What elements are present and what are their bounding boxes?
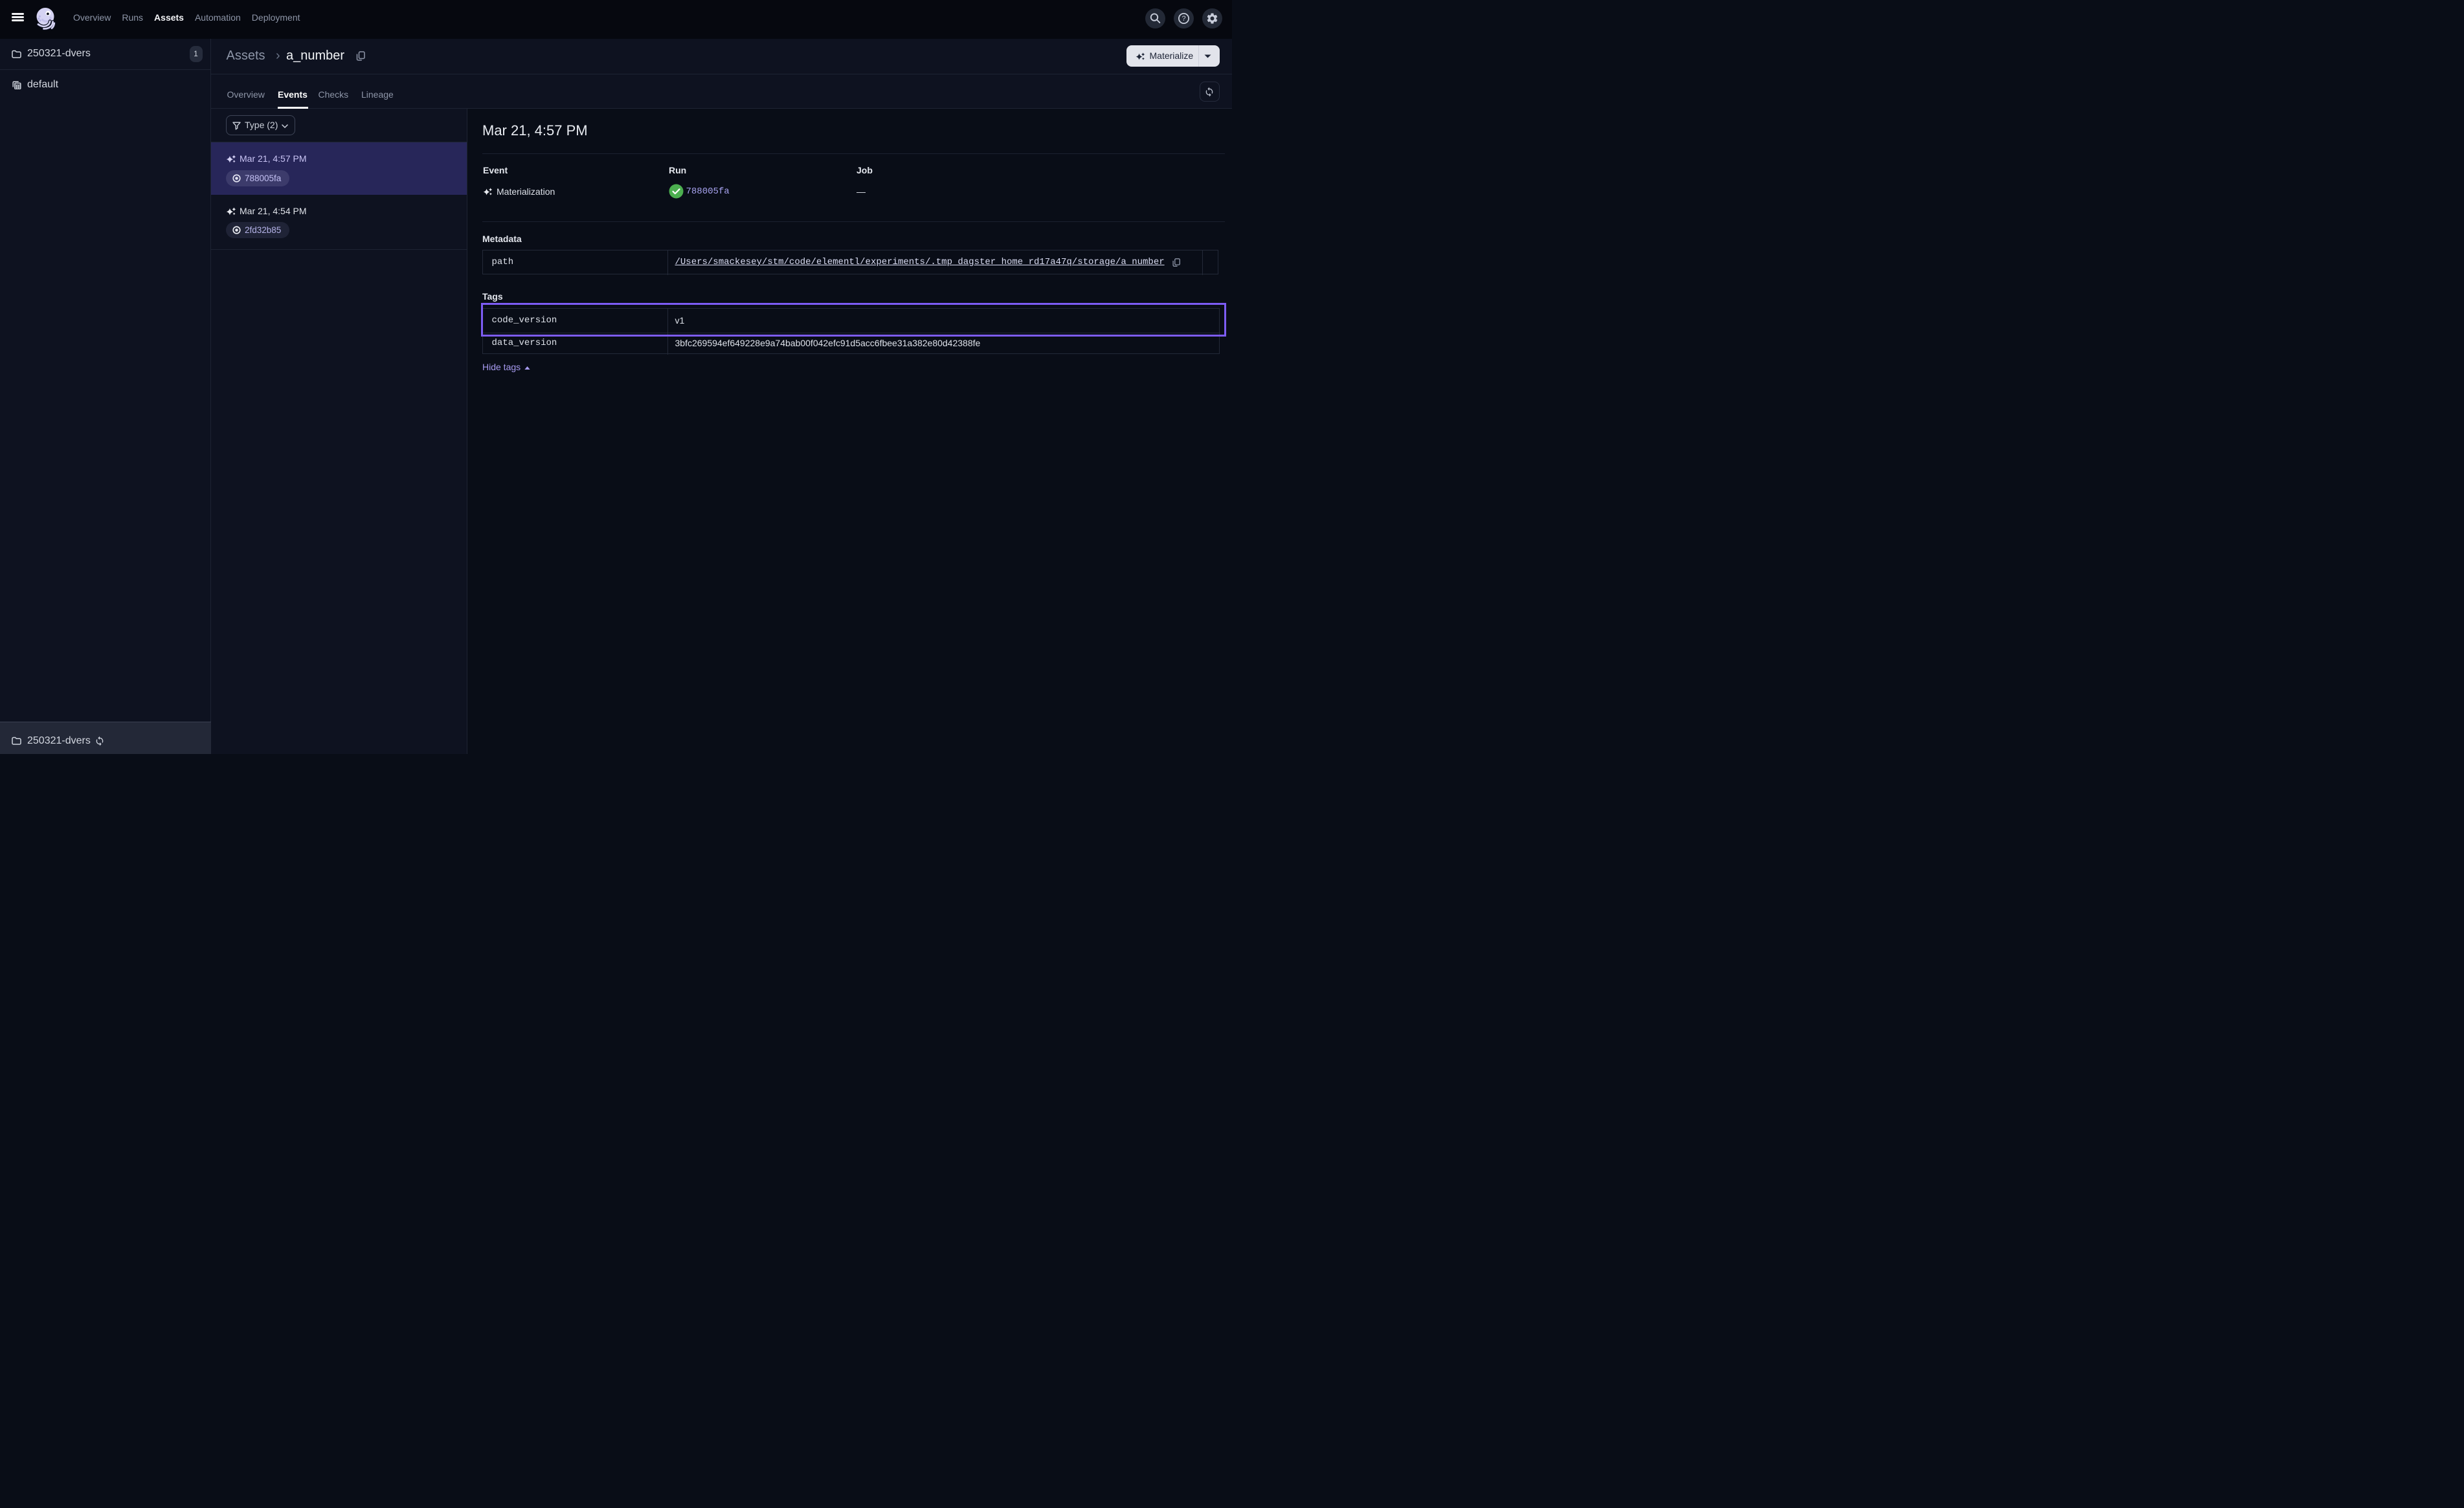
svg-text:?: ?	[1182, 15, 1185, 23]
